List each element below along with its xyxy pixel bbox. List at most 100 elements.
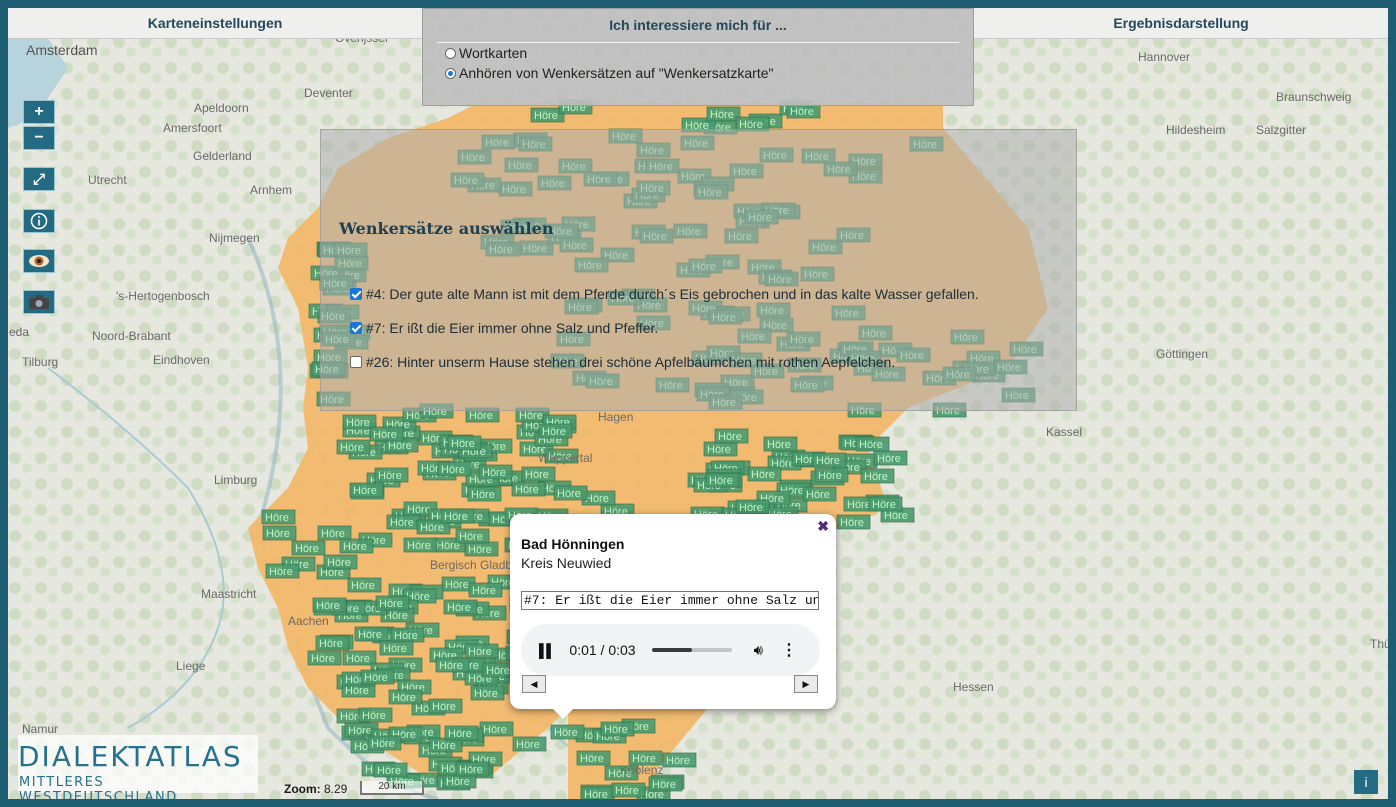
pause-icon[interactable]: ▌▌: [539, 643, 555, 658]
checkbox-sentence-26[interactable]: [350, 356, 362, 368]
hoere-marker[interactable]: Höre: [511, 481, 546, 497]
hoere-marker[interactable]: Höre: [814, 467, 849, 483]
volume-icon[interactable]: 🔊︎: [754, 642, 763, 659]
hoere-marker[interactable]: Höre: [706, 106, 741, 122]
hoere-marker[interactable]: Höre: [373, 762, 408, 778]
hoere-marker[interactable]: Höre: [390, 627, 425, 643]
hoere-marker[interactable]: Höre: [447, 435, 482, 451]
hoere-marker[interactable]: Höre: [428, 698, 463, 714]
hoere-marker[interactable]: Höre: [349, 482, 384, 498]
hoere-marker[interactable]: Höre: [735, 499, 770, 515]
hoere-marker[interactable]: Höre: [265, 563, 300, 579]
hoere-marker[interactable]: Höre: [323, 554, 358, 570]
hoere-marker[interactable]: Höre: [403, 537, 438, 553]
hoere-marker[interactable]: Höre: [437, 461, 472, 477]
hoere-marker[interactable]: Höre: [611, 782, 646, 798]
radio-wenker-sentences[interactable]: [445, 67, 456, 79]
hoere-marker[interactable]: Höre: [354, 626, 389, 642]
sentence-item-4[interactable]: #4: Der gute alte Mann ist mit dem Pferd…: [350, 286, 979, 302]
hoere-marker[interactable]: Höre: [478, 464, 513, 480]
hoere-marker[interactable]: Höre: [648, 776, 683, 792]
hoere-marker[interactable]: Höre: [440, 508, 475, 524]
hoere-marker[interactable]: Höre: [315, 635, 350, 651]
sentence-item-26[interactable]: #26: Hinter unserm Hause stehen drei sch…: [350, 354, 895, 370]
zoom-in-button[interactable]: +: [23, 100, 55, 124]
hoere-label: Höre: [710, 109, 734, 121]
hoere-marker[interactable]: Höre: [455, 761, 490, 777]
hoere-marker[interactable]: Höre: [375, 595, 410, 611]
hoere-marker[interactable]: Höre: [468, 582, 503, 598]
hoere-marker[interactable]: Höre: [747, 466, 782, 482]
hoere-marker[interactable]: Höre: [576, 750, 611, 766]
previous-button[interactable]: ◀: [522, 675, 546, 693]
zoom-out-button[interactable]: −: [23, 126, 55, 150]
info-button[interactable]: [23, 209, 55, 233]
radio-word-maps[interactable]: [445, 47, 456, 59]
close-icon[interactable]: ✖: [817, 518, 829, 535]
hoere-marker[interactable]: Höre: [386, 514, 421, 530]
more-options-icon[interactable]: ⋮: [781, 640, 797, 660]
fullscreen-button[interactable]: ⤢: [23, 167, 55, 191]
hoere-marker[interactable]: Höre: [347, 577, 382, 593]
hoere-marker[interactable]: Höre: [705, 472, 740, 488]
hoere-marker[interactable]: Höre: [455, 528, 490, 544]
hoere-marker[interactable]: Höre: [662, 752, 697, 768]
sentence-select[interactable]: #7: Er ißt die Eier immer ohne Salz und …: [521, 591, 819, 610]
sentence-item-7[interactable]: #7: Er ißt die Eier immer ohne Salz und …: [350, 320, 658, 336]
hoere-marker[interactable]: Höre: [317, 525, 352, 541]
audio-progress-bar[interactable]: [651, 648, 732, 652]
checkbox-sentence-7[interactable]: [350, 322, 362, 334]
hoere-marker[interactable]: Höre: [261, 509, 296, 525]
interest-title[interactable]: Ich interessiere mich für ...: [423, 17, 973, 33]
hoere-marker[interactable]: Höre: [868, 496, 903, 512]
hoere-marker[interactable]: Höre: [435, 657, 470, 673]
hoere-marker[interactable]: Höre: [714, 428, 749, 444]
option-wenker-sentences[interactable]: Anhören von Wenkersätzen auf "Wenkersatz…: [445, 63, 973, 83]
hoere-marker[interactable]: Höre: [860, 468, 895, 484]
hoere-marker[interactable]: Höre: [467, 486, 502, 502]
attribution-info-button[interactable]: i: [1354, 770, 1378, 794]
hoere-marker[interactable]: Höre: [855, 436, 890, 452]
hoere-marker[interactable]: Höre: [802, 486, 837, 502]
hoere-marker[interactable]: Höre: [358, 707, 393, 723]
hoere-marker[interactable]: Höre: [600, 721, 635, 737]
hoere-marker[interactable]: Höre: [464, 643, 499, 659]
hoere-marker[interactable]: Höre: [512, 736, 547, 752]
hoere-marker[interactable]: Höre: [262, 525, 297, 541]
hoere-marker[interactable]: Höre: [367, 735, 402, 751]
hoere-marker[interactable]: Höre: [786, 103, 821, 119]
hoere-marker[interactable]: Höre: [836, 514, 871, 530]
hoere-marker[interactable]: Höre: [553, 485, 588, 501]
hoere-marker[interactable]: Höre: [812, 452, 847, 468]
tab-result-display[interactable]: Ergebnisdarstellung: [974, 8, 1388, 39]
hoere-marker[interactable]: Höre: [464, 541, 499, 557]
hoere-marker[interactable]: Höre: [763, 436, 798, 452]
hoere-marker[interactable]: Höre: [388, 689, 423, 705]
hoere-marker[interactable]: Höre: [538, 423, 573, 439]
hoere-marker[interactable]: Höre: [873, 450, 908, 466]
visibility-button[interactable]: [23, 249, 55, 273]
hoere-marker[interactable]: Höre: [444, 725, 479, 741]
hoere-marker[interactable]: Höre: [339, 538, 374, 554]
hoere-marker[interactable]: Höre: [470, 685, 505, 701]
hoere-marker[interactable]: Höre: [360, 669, 395, 685]
hoere-marker[interactable]: Höre: [312, 597, 347, 613]
option-word-maps[interactable]: Wortkarten: [445, 43, 973, 63]
hoere-label: Höre: [584, 789, 608, 799]
hoere-marker[interactable]: Höre: [521, 466, 556, 482]
hoere-marker[interactable]: Höre: [374, 467, 409, 483]
hoere-marker[interactable]: Höre: [336, 439, 371, 455]
next-button[interactable]: ▶: [794, 675, 818, 693]
tab-map-settings[interactable]: Karteneinstellungen: [8, 8, 422, 39]
hoere-marker[interactable]: Höre: [550, 724, 585, 740]
hoere-marker[interactable]: Höre: [307, 650, 342, 666]
hoere-marker[interactable]: Höre: [479, 721, 514, 737]
hoere-marker[interactable]: Höre: [703, 441, 738, 457]
screenshot-button[interactable]: [23, 290, 55, 314]
hoere-marker[interactable]: Höre: [580, 786, 615, 799]
hoere-marker[interactable]: Höre: [379, 640, 414, 656]
hoere-marker[interactable]: Höre: [291, 540, 326, 556]
hoere-marker[interactable]: Höre: [369, 426, 404, 442]
hoere-marker[interactable]: Höre: [443, 599, 478, 615]
checkbox-sentence-4[interactable]: [350, 288, 362, 300]
